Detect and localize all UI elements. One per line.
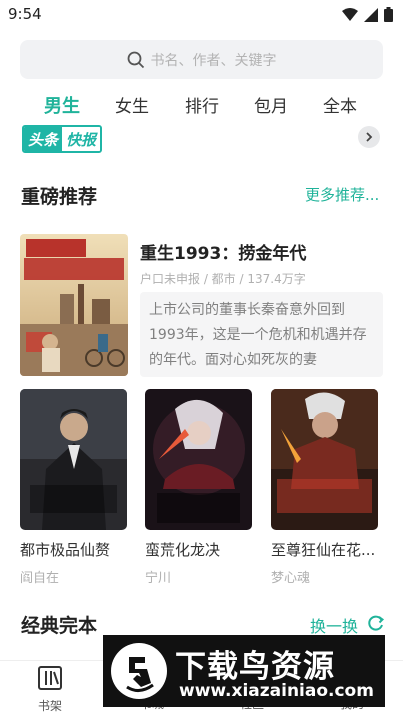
book-author: 阎自在 [20,571,60,586]
status-icons [342,7,393,22]
book-cover-art [145,389,252,530]
category-tabs: 男生 女生 排行 包月 全本 [0,92,403,118]
book-cover-art [271,389,378,530]
watermark-text: 下载鸟资源 [175,649,335,685]
book-card[interactable]: 都市极品仙赘 阎自在 [20,389,130,586]
signal-icon [364,7,378,22]
refresh-button[interactable]: 换一换 [310,613,358,637]
book-title[interactable]: 至尊狂仙在花... [271,539,381,560]
featured-description-text: 上市公司的董事长秦奋意外回到1993年，这是一个危机和机遇并存的年代。面对心如死… [149,302,367,368]
tab-female[interactable]: 女生 [115,92,149,117]
book-author: 梦心魂 [271,571,311,586]
watermark-logo [111,643,167,699]
book-cover[interactable] [145,389,252,530]
tab-male[interactable]: 男生 [44,92,80,118]
news-logo-part1: 头条 [24,127,63,151]
bird-icon [126,657,154,692]
featured-cover-art [20,234,128,376]
news-ticker[interactable]: 头条 快报 [22,125,382,153]
status-time: 9:54 [8,5,42,23]
bookshelf-icon [38,666,62,690]
wifi-icon [342,7,358,21]
news-logo-part2: 快报 [62,127,101,151]
tab-ranking[interactable]: 排行 [185,92,219,117]
classic-title: 经典完本 [21,615,98,637]
chevron-right-icon [366,132,373,142]
status-bar: 9:54 [0,0,403,30]
featured-book-title[interactable]: 重生1993：捞金年代 [140,239,306,264]
refresh-icon[interactable] [367,614,385,632]
book-cover-art [20,389,127,530]
watermark-banner: 下载鸟资源 www.xiazainiao.com [103,635,385,707]
watermark-url: www.xiazainiao.com [179,681,374,701]
search-icon [127,51,144,68]
nav-bookshelf[interactable]: 书架 [20,665,80,714]
book-title[interactable]: 蛮荒化龙决 [145,539,255,560]
nav-bookshelf-label: 书架 [37,699,62,713]
book-cover[interactable] [20,389,127,530]
featured-book-meta: 户口未申报 / 都市 / 137.4万字 [140,272,306,286]
news-logo: 头条 快报 [22,125,103,153]
battery-icon [384,7,393,22]
featured-book-cover[interactable] [20,234,128,376]
book-card[interactable]: 蛮荒化龙决 宁川 [145,389,255,586]
more-recommend-link[interactable]: 更多推荐... [305,184,379,205]
tab-complete[interactable]: 全本 [323,92,357,117]
news-next-button[interactable] [358,126,380,148]
featured-book-description[interactable]: 上市公司的董事长秦奋意外回到1993年，这是一个危机和机遇并存的年代。面对心如死… [140,292,383,377]
tab-monthly[interactable]: 包月 [254,92,288,117]
book-cover[interactable] [271,389,378,530]
book-author: 宁川 [145,571,172,586]
book-title[interactable]: 都市极品仙赘 [20,539,130,560]
recommend-title: 重磅推荐 [21,186,98,208]
book-card[interactable]: 至尊狂仙在花... 梦心魂 [271,389,381,586]
search-placeholder: 书名、作者、关键字 [150,52,277,69]
search-input[interactable]: 书名、作者、关键字 [20,40,383,79]
